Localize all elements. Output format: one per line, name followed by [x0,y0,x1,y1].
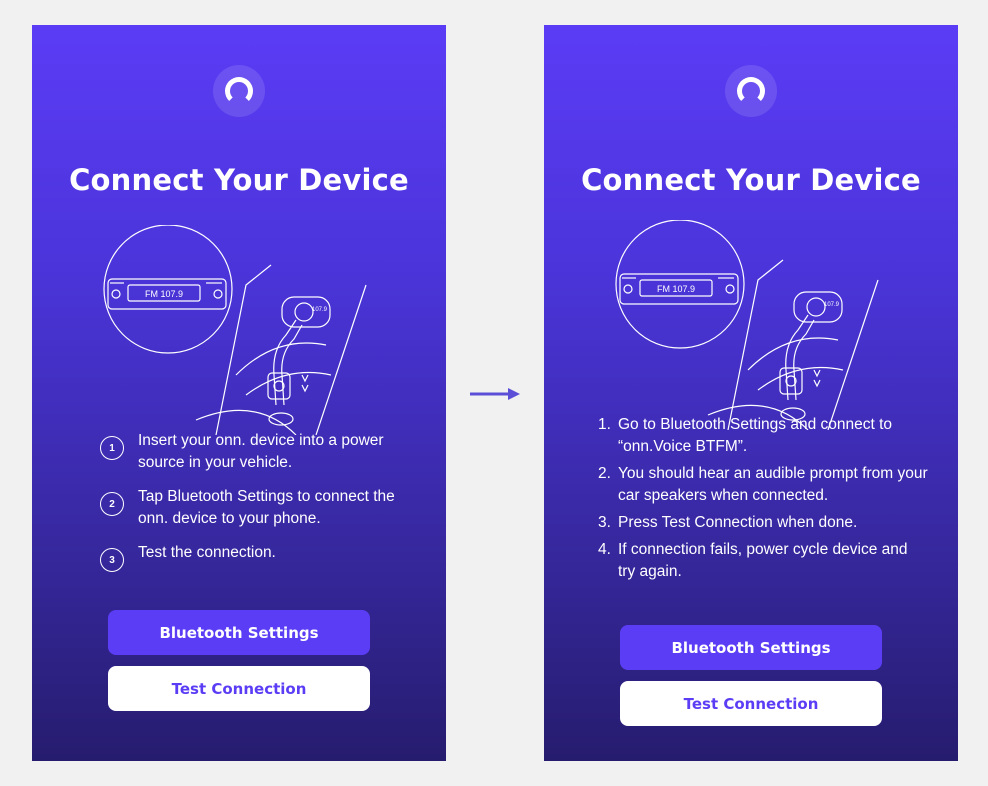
list-item: 1. Go to Bluetooth Settings and connect t… [598,414,928,458]
device-display-label: 107.9 [312,307,328,313]
screen-after: Connect Your Device FM 107.9 107.9 1. Go … [544,25,958,761]
list-item: 1 Insert your onn. device into a power s… [100,430,420,474]
step-number: 2. [598,465,611,482]
test-connection-button[interactable]: Test Connection [108,666,370,711]
step-number: 4. [598,541,611,558]
bluetooth-settings-button[interactable]: Bluetooth Settings [620,625,882,670]
step-number-badge: 1 [100,436,124,460]
onn-logo-icon [725,65,777,117]
onn-logo-icon [213,65,265,117]
page-title: Connect Your Device [69,163,409,197]
step-text: Test the connection. [138,544,276,561]
list-item: 2. You should hear an audible prompt from… [598,463,928,507]
test-connection-button[interactable]: Test Connection [620,681,882,726]
radio-display-label: FM 107.9 [657,284,695,294]
step-number-badge: 3 [100,548,124,572]
list-item: 3. Press Test Connection when done. [598,512,928,534]
setup-steps-list: 1. Go to Bluetooth Settings and connect t… [598,414,928,588]
setup-steps-list: 1 Insert your onn. device into a power s… [100,430,420,584]
car-fm-transmitter-illustration: FM 107.9 107.9 [615,220,879,430]
page-title: Connect Your Device [581,163,921,197]
list-item: 3 Test the connection. [100,542,420,572]
screen-before: Connect Your Device FM 107.9 107.9 1 Ins… [32,25,446,761]
list-item: 2 Tap Bluetooth Settings to connect the … [100,486,420,530]
step-text: Press Test Connection when done. [618,514,858,531]
car-fm-transmitter-illustration: FM 107.9 107.9 [103,225,367,435]
arrow-right-icon [470,388,520,400]
step-text: You should hear an audible prompt from y… [618,465,928,504]
step-number: 3. [598,514,611,531]
step-number: 1. [598,416,611,433]
device-display-label: 107.9 [824,302,840,308]
step-text: Tap Bluetooth Settings to connect the on… [138,488,395,527]
step-text: Go to Bluetooth Settings and connect to … [618,416,893,455]
list-item: 4. If connection fails, power cycle devic… [598,539,928,583]
bluetooth-settings-button[interactable]: Bluetooth Settings [108,610,370,655]
radio-display-label: FM 107.9 [145,289,183,299]
step-text: Insert your onn. device into a power sou… [138,432,384,471]
step-text: If connection fails, power cycle device … [618,541,908,580]
step-number-badge: 2 [100,492,124,516]
